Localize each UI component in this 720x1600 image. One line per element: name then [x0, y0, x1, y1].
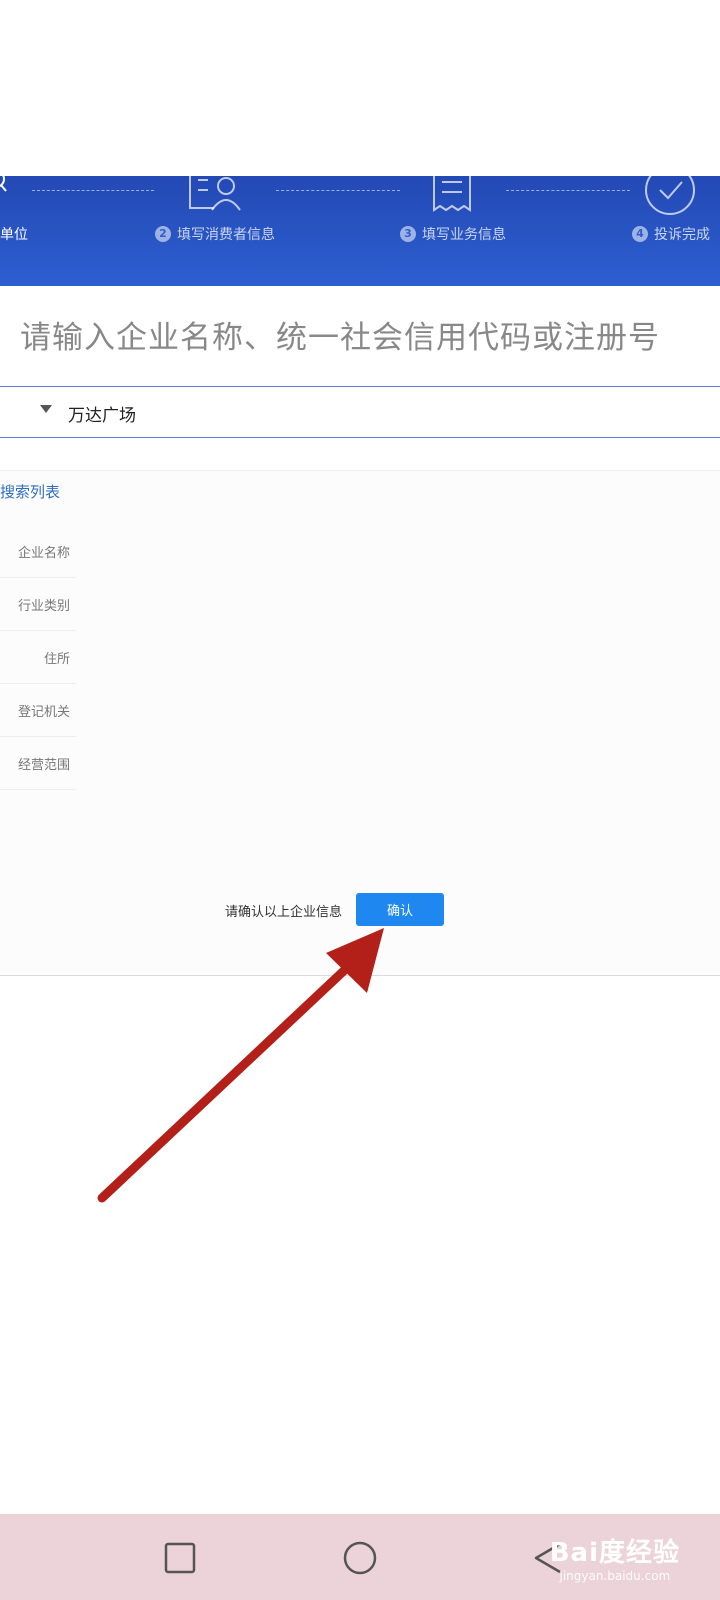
home-button[interactable] [342, 1540, 378, 1576]
watermark-logo: Bai度经验 [549, 1538, 680, 1568]
arrow-shaft [97, 960, 355, 1203]
recent-apps-button[interactable] [162, 1540, 198, 1576]
system-navigation-bar: Bai度经验 jingyan.baidu.com [0, 1514, 720, 1600]
annotation-arrow [97, 928, 384, 1203]
baidu-jingyan-watermark: Bai度经验 jingyan.baidu.com [550, 1532, 680, 1583]
watermark-url: jingyan.baidu.com [559, 1569, 671, 1583]
